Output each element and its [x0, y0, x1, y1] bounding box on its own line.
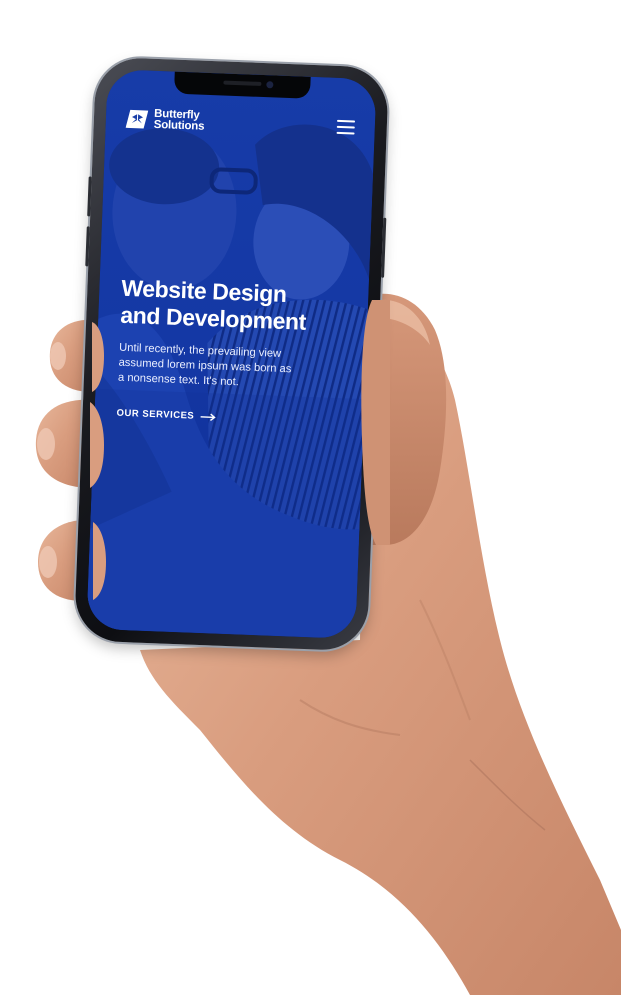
- photo-stage: Butterfly Solutions Website Design and D…: [0, 0, 621, 995]
- menu-bar: [336, 119, 356, 123]
- front-camera: [265, 81, 273, 89]
- brand-name-line2: Solutions: [153, 118, 205, 133]
- hero-description: Until recently, the prevailing view assu…: [117, 341, 292, 389]
- phone-volume-button: [87, 176, 92, 217]
- brand-name: Butterfly Solutions: [153, 108, 205, 133]
- butterfly-logo-icon: [125, 109, 149, 129]
- hamburger-menu-icon[interactable]: [336, 118, 357, 137]
- phone-screen: Butterfly Solutions Website Design and D…: [86, 69, 377, 639]
- hero-title: Website Design and Development: [120, 275, 355, 338]
- phone-device: Butterfly Solutions Website Design and D…: [73, 56, 390, 652]
- menu-bar: [336, 131, 355, 135]
- menu-bar: [336, 125, 355, 129]
- phone-volume-button: [85, 226, 90, 267]
- hero-section: Website Design and Development Until rec…: [116, 275, 354, 430]
- our-services-link[interactable]: OUR SERVICES: [116, 408, 216, 423]
- brand-logo-link[interactable]: Butterfly Solutions: [125, 108, 205, 133]
- phone-speaker: [222, 80, 261, 86]
- our-services-label: OUR SERVICES: [116, 407, 195, 422]
- arrow-right-icon: [200, 413, 216, 421]
